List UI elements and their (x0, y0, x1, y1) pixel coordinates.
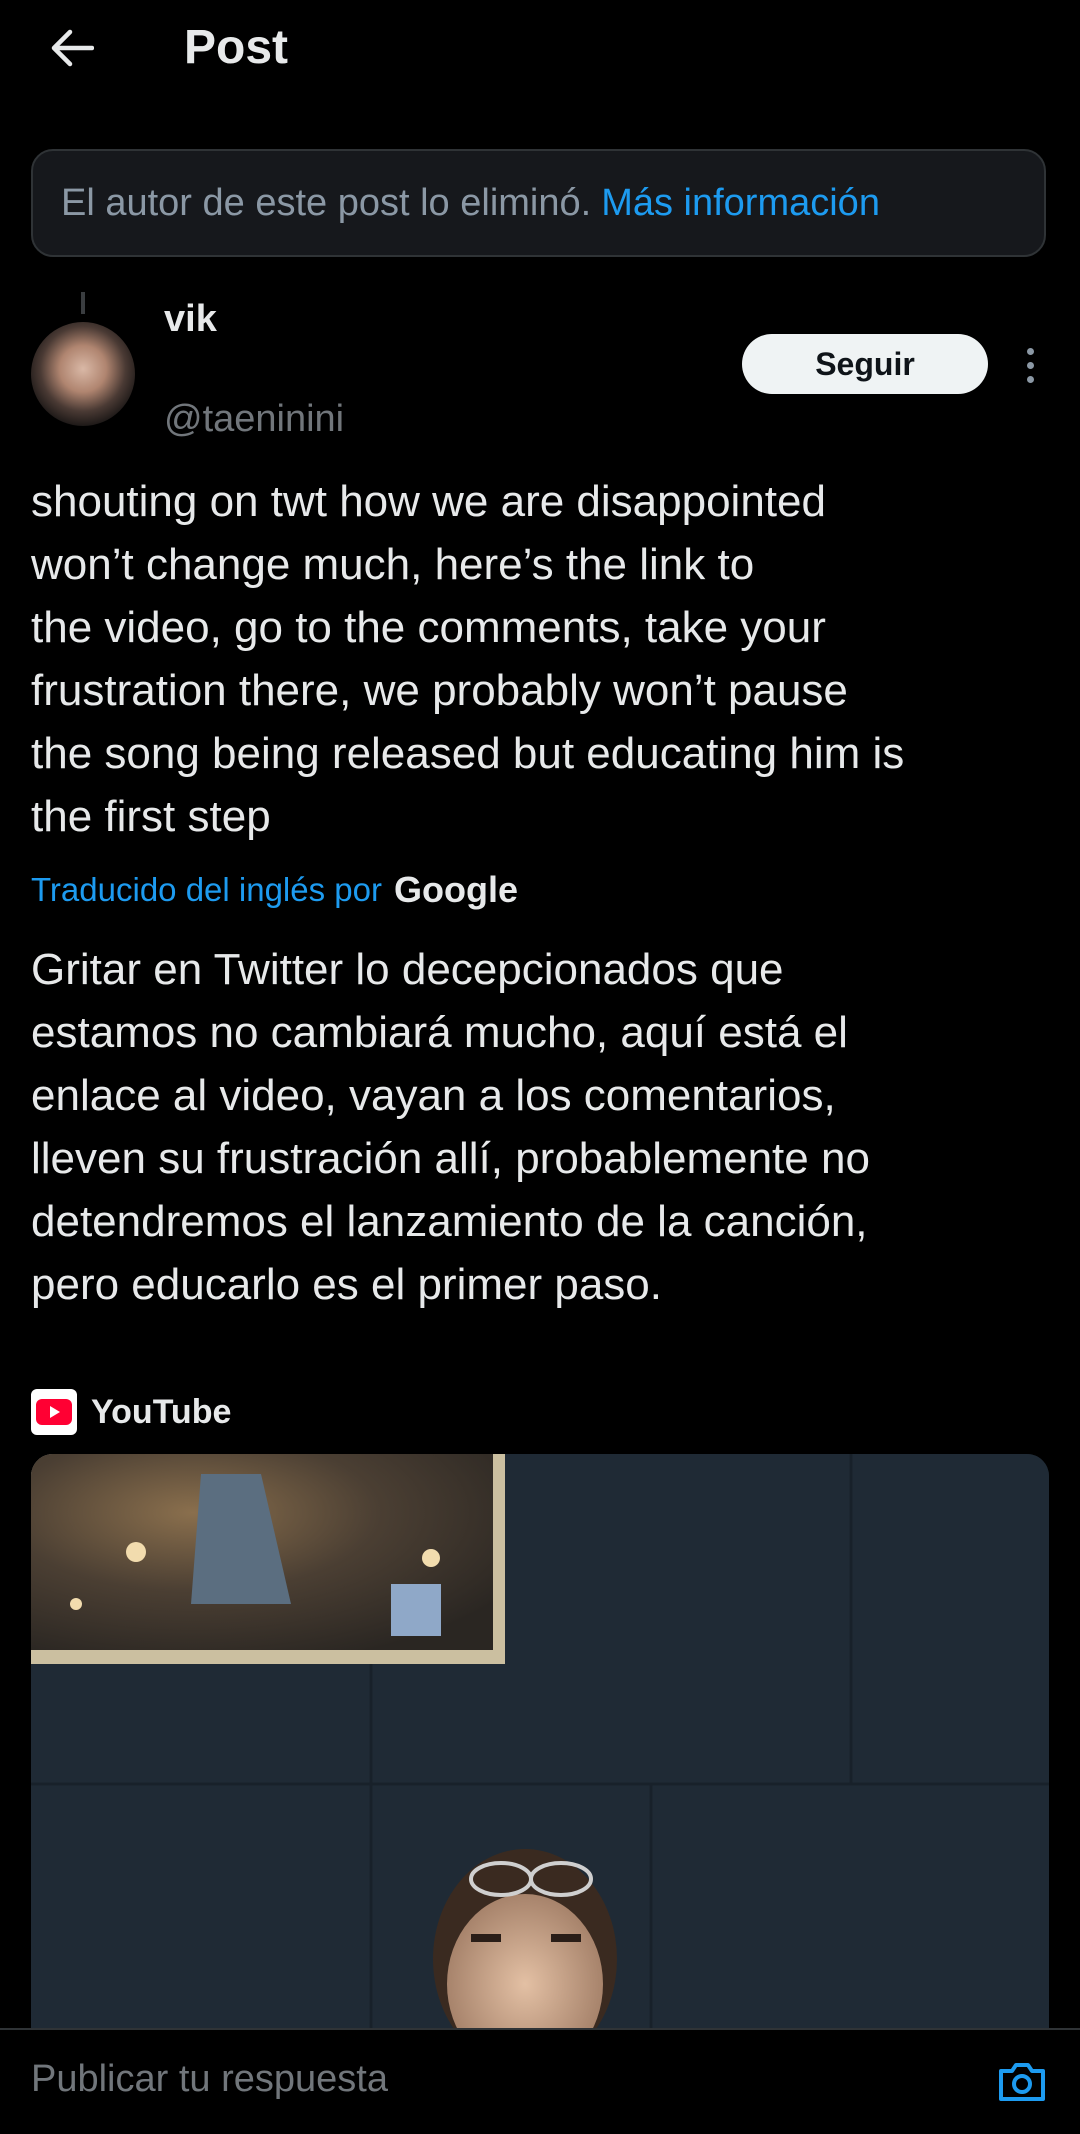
camera-icon (999, 2063, 1045, 2101)
video-frame (31, 1454, 1049, 2054)
more-info-link[interactable]: Más información (601, 182, 880, 225)
source-label: YouTube (91, 1392, 232, 1431)
reply-composer: Publicar tu respuesta (0, 2028, 1080, 2134)
video-thumbnail[interactable] (31, 1454, 1049, 2054)
author-handle[interactable]: @taeninini (164, 398, 344, 441)
back-arrow-icon (51, 29, 94, 67)
translation-label: Traducido del inglés por (31, 871, 382, 908)
reply-input[interactable]: Publicar tu respuesta (31, 2058, 388, 2101)
link-card-source[interactable]: YouTube (31, 1384, 231, 1440)
camera-button[interactable] (994, 2054, 1050, 2110)
back-button[interactable] (40, 16, 104, 80)
more-vertical-icon (1026, 347, 1034, 355)
translated-post-text: Gritar en Twitter lo decepcionados que e… (31, 945, 870, 1309)
more-options-button[interactable] (1012, 340, 1048, 390)
translation-attribution[interactable]: Traducido del inglés por Google (31, 866, 518, 914)
page-title: Post (184, 21, 289, 74)
post-text: shouting on twt how we are disappointed … (31, 477, 905, 841)
thread-line (81, 292, 85, 314)
youtube-icon (31, 1389, 77, 1435)
deleted-notice-text: El autor de este post lo eliminó. (61, 181, 592, 224)
deleted-post-notice: El autor de este post lo eliminó. Más in… (31, 149, 1046, 257)
top-bar: Post (0, 0, 1080, 110)
google-logo: Google (393, 869, 518, 910)
avatar[interactable] (31, 322, 135, 426)
author-name[interactable]: vik (164, 292, 284, 346)
follow-button[interactable]: Seguir (742, 334, 988, 394)
